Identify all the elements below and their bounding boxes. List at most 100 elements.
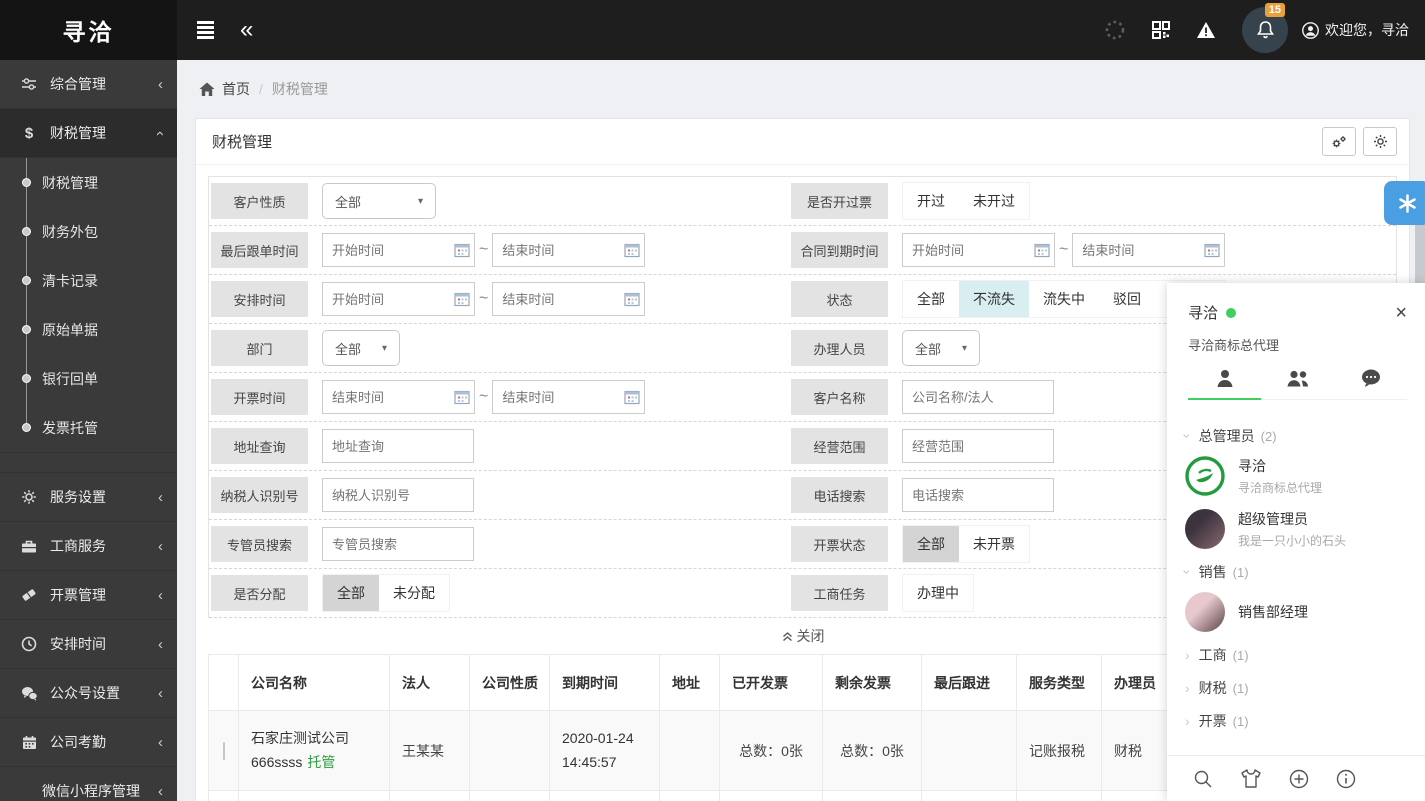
contract-expire-start-input[interactable] <box>902 233 1055 267</box>
submenu-item-original-documents[interactable]: 原始单据 <box>0 305 177 354</box>
chat-bubble-icon <box>1360 368 1382 388</box>
customer-type-select[interactable]: 全部 ▾ <box>322 183 436 219</box>
group-header-business[interactable]: › 工商 (1) <box>1185 645 1409 665</box>
sidebar-item-finance-tax[interactable]: $ 财税管理 ‹ <box>0 109 177 158</box>
submenu-item-bank-receipts[interactable]: 银行回单 <box>0 354 177 403</box>
chip-option[interactable]: 办理中 <box>903 575 973 611</box>
chip-option[interactable]: 驳回 <box>1099 281 1155 317</box>
group-header-finance[interactable]: › 财税 (1) <box>1185 678 1409 698</box>
spinner-icon[interactable] <box>1104 19 1126 41</box>
people-icon <box>1285 368 1311 388</box>
app-logo: 寻洽 <box>0 0 177 60</box>
sidebar-item-company-attendance[interactable]: 公司考勤 ‹ <box>0 718 177 767</box>
handler-select[interactable]: 全部 ▾ <box>902 330 980 366</box>
sidebar-item-schedule-time[interactable]: 安排时间 ‹ <box>0 620 177 669</box>
avatar <box>1185 592 1225 632</box>
group-header-admins[interactable]: › 总管理员 (2) <box>1185 426 1409 446</box>
notification-badge: 15 <box>1265 3 1285 17</box>
chip-option[interactable]: 未分配 <box>379 575 449 611</box>
settings-gears-button[interactable] <box>1322 127 1356 156</box>
chip-option-selected[interactable]: 全部 <box>903 526 959 562</box>
tab-contacts[interactable] <box>1188 368 1261 400</box>
chat-user-subtitle: 寻洽商标总代理 <box>1188 335 1407 354</box>
filter-label: 开票状态 <box>791 526 888 562</box>
tshirt-icon[interactable] <box>1240 769 1262 788</box>
chevron-down-icon: ▾ <box>382 343 387 354</box>
gear-icon <box>20 489 38 505</box>
close-icon[interactable]: × <box>1395 303 1407 323</box>
online-status-dot <box>1226 308 1236 318</box>
add-icon[interactable] <box>1289 769 1309 789</box>
page-scrollbar[interactable] <box>1415 222 1425 290</box>
date-field <box>322 282 475 316</box>
sidebar-item-general-management[interactable]: 综合管理 ‹ <box>0 60 177 109</box>
sidebar-item-mini-program[interactable]: 微信小程序管理 ‹ <box>0 767 177 801</box>
tab-groups[interactable] <box>1261 368 1334 399</box>
chip-option[interactable]: 开过 <box>903 183 959 219</box>
notifications-button[interactable]: 15 <box>1242 7 1288 53</box>
remaining-invoices-cell: 总数：0张 <box>823 711 922 791</box>
contact-item[interactable]: 寻洽 寻洽商标总代理 <box>1185 456 1409 496</box>
schedule-start-input[interactable] <box>322 282 475 316</box>
filter-label: 开票时间 <box>211 379 308 415</box>
supervisor-search-input[interactable] <box>322 527 474 561</box>
info-icon[interactable] <box>1336 769 1356 789</box>
sidebar-toggle-icon[interactable] <box>197 21 214 39</box>
submenu-item-finance-tax[interactable]: 财税管理 <box>0 158 177 207</box>
submenu-item-invoice-custody[interactable]: 发票托管 <box>0 403 177 452</box>
sidebar-item-invoicing-management[interactable]: 开票管理 ‹ <box>0 571 177 620</box>
chevron-down-icon: ▾ <box>418 196 423 207</box>
sidebar: 综合管理 ‹ $ 财税管理 ‹ 财税管理 财务外包 清卡记录 原始单据 银行回单… <box>0 60 177 801</box>
invoice-time-end-input[interactable] <box>492 380 645 414</box>
chip-option[interactable]: 全部 <box>903 281 959 317</box>
department-select[interactable]: 全部 ▾ <box>322 330 400 366</box>
sidebar-item-service-settings[interactable]: 服务设置 ‹ <box>0 473 177 522</box>
taxpayer-id-input[interactable] <box>322 478 474 512</box>
last-follow-cell <box>922 711 1017 791</box>
custody-tag: 托管 <box>307 754 335 770</box>
chip-option-selected[interactable]: 全部 <box>323 575 379 611</box>
chip-option[interactable]: 流失中 <box>1029 281 1099 317</box>
date-field <box>492 380 645 414</box>
contact-item[interactable]: 超级管理员 我是一只小小的石头 <box>1185 509 1409 549</box>
search-icon[interactable] <box>1193 769 1213 789</box>
filter-label: 地址查询 <box>211 428 308 464</box>
filter-label: 经营范围 <box>791 428 888 464</box>
col-header: 到期时间 <box>550 655 660 711</box>
business-scope-input[interactable] <box>902 429 1054 463</box>
chevron-down-icon: › <box>1179 434 1195 439</box>
schedule-end-input[interactable] <box>492 282 645 316</box>
user-menu[interactable]: 欢迎您，寻洽 <box>1302 20 1409 40</box>
row-checkbox[interactable] <box>223 742 225 760</box>
address-search-input[interactable] <box>322 429 474 463</box>
gears-icon <box>1331 135 1347 149</box>
breadcrumb-home-link[interactable]: 首页 <box>199 79 250 99</box>
sidebar-item-official-account[interactable]: 公众号设置 ‹ <box>0 669 177 718</box>
last-follow-end-input[interactable] <box>492 233 645 267</box>
submenu-item-card-clearing[interactable]: 清卡记录 <box>0 256 177 305</box>
warning-icon[interactable] <box>1196 21 1216 39</box>
customer-name-input[interactable] <box>902 380 1054 414</box>
chip-option-selected[interactable]: 不流失 <box>959 281 1029 317</box>
chip-option[interactable]: 未开过 <box>959 183 1029 219</box>
filter-label: 部门 <box>211 330 308 366</box>
filter-label: 客户名称 <box>791 379 888 415</box>
contract-expire-end-input[interactable] <box>1072 233 1225 267</box>
invoice-time-start-input[interactable] <box>322 380 475 414</box>
sidebar-item-business-services[interactable]: 工商服务 ‹ <box>0 522 177 571</box>
group-header-invoicing[interactable]: › 开票 (1) <box>1185 711 1409 731</box>
group-header-sales[interactable]: › 销售 (1) <box>1185 562 1409 582</box>
settings-gear-button[interactable] <box>1363 127 1397 156</box>
phone-search-input[interactable] <box>902 478 1054 512</box>
collapse-menu-icon[interactable]: « <box>240 20 253 39</box>
col-header: 公司性质 <box>470 655 550 711</box>
tab-conversations[interactable] <box>1334 368 1407 399</box>
invoiced-cell: 总数：0张 <box>720 711 823 791</box>
submenu-item-finance-outsourcing[interactable]: 财务外包 <box>0 207 177 256</box>
contact-item[interactable]: 销售部经理 <box>1185 592 1409 632</box>
breadcrumb: 首页 / 财税管理 <box>177 60 1425 118</box>
qr-code-icon[interactable] <box>1152 21 1170 39</box>
chip-option[interactable]: 未开票 <box>959 526 1029 562</box>
quick-actions-fab[interactable] <box>1384 181 1425 225</box>
last-follow-start-input[interactable] <box>322 233 475 267</box>
